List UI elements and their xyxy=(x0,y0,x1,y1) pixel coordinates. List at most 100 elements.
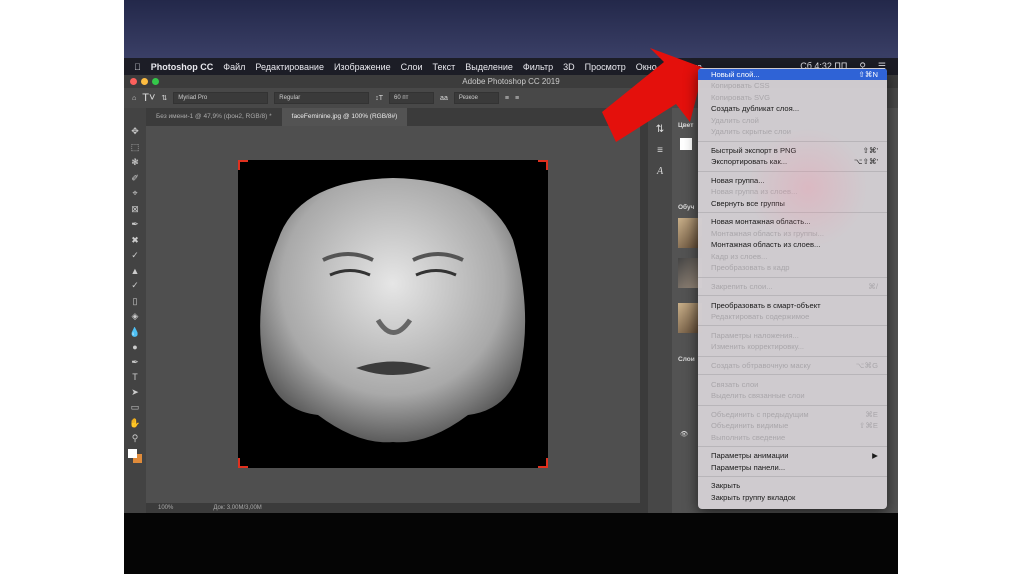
layers-context-menu: Новый слой... ⇧⌘N Копировать CSS Копировать… xyxy=(698,68,887,509)
menu-item-shortcut: ⇧⌘N xyxy=(858,70,878,79)
brush-icon[interactable]: ✓ xyxy=(131,250,139,261)
menu-item-shortcut: ⌥⇧⌘' xyxy=(853,157,878,167)
menu-item[interactable]: Экспортировать как... ⌥⇧⌘' xyxy=(698,156,887,167)
menu-item[interactable]: Параметры анимации ▶ xyxy=(698,450,887,461)
crop-corner-bottom-left[interactable] xyxy=(238,458,248,468)
menu-item-label: Создать дубликат слоя... xyxy=(711,104,800,114)
menu-item-label: Преобразовать в смарт-объект xyxy=(711,300,821,310)
eyedropper-icon[interactable]: ✒ xyxy=(131,219,139,230)
blur-icon[interactable]: 💧 xyxy=(129,327,140,338)
menu-item-shortcut: ⌥⌘G xyxy=(855,360,878,370)
type-icon[interactable]: T xyxy=(132,372,138,382)
menu-item-shortcut: ⌘E xyxy=(865,409,878,419)
menu-item[interactable]: Монтажная область из слоев... xyxy=(698,239,887,250)
menu-separator xyxy=(698,374,887,376)
menu-item-label: Создать обтравочную маску xyxy=(711,360,811,370)
menu-separator xyxy=(698,170,887,172)
menu-item: Параметры наложения... xyxy=(698,330,887,341)
menu-item: Новая группа из слоев... xyxy=(698,186,887,197)
menu-separator xyxy=(698,140,887,142)
crop-corner-bottom-right[interactable] xyxy=(538,458,548,468)
menu-item-label: Свернуть все группы xyxy=(711,198,785,208)
menu-item: Удалить скрытые слои xyxy=(698,126,887,137)
screenshot:  Photoshop CC Файл Редактирование Изобр… xyxy=(124,0,898,574)
visibility-eye-icon[interactable]: 👁 xyxy=(680,430,688,438)
menu-item-label: Параметры панели... xyxy=(711,462,786,472)
menu-separator xyxy=(698,446,887,448)
layers-panel-title[interactable]: Слои xyxy=(678,356,695,363)
learn-panel-title[interactable]: Обуч xyxy=(678,204,694,211)
bottom-black-area xyxy=(124,513,898,574)
face-render xyxy=(260,178,526,443)
menu-item: Кадр из слоев... xyxy=(698,251,887,262)
bucket-icon[interactable]: ◈ xyxy=(132,311,139,322)
dodge-icon[interactable]: ● xyxy=(132,342,137,352)
menu-item: Связать слои xyxy=(698,379,887,390)
shape-icon[interactable]: ▭ xyxy=(131,402,140,413)
menu-item-shortcut: ▶ xyxy=(872,451,878,461)
menu-item[interactable]: Новая группа... xyxy=(698,175,887,186)
menu-item-label: Новая монтажная область... xyxy=(711,217,811,227)
menu-item-label: Копировать SVG xyxy=(711,92,771,102)
zoom-level[interactable]: 100% xyxy=(158,503,173,513)
menu-item[interactable]: Закрыть группу вкладок xyxy=(698,492,887,503)
menu-item-label: Связать слои xyxy=(711,379,759,389)
menu-item-label: Копировать CSS xyxy=(711,81,770,91)
menu-item: Объединить с предыдущим ⌘E xyxy=(698,409,887,420)
eraser-icon[interactable]: ▯ xyxy=(133,296,138,307)
menu-item[interactable]: Новая монтажная область... xyxy=(698,216,887,227)
menu-item-label: Закрепить слои... xyxy=(711,281,773,291)
menu-item[interactable]: Закрыть xyxy=(698,480,887,491)
menu-item: Создать обтравочную маску ⌥⌘G xyxy=(698,360,887,371)
menu-item[interactable]: Быстрый экспорт в PNG ⇧⌘' xyxy=(698,145,887,156)
menu-separator xyxy=(698,355,887,357)
menu-item-label: Изменить корректировку... xyxy=(711,342,805,352)
menu-item-label: Монтажная область из группы... xyxy=(711,228,824,238)
menu-item[interactable]: Свернуть все группы xyxy=(698,198,887,209)
status-bar: 100% Док: 3,00M/3,00M xyxy=(146,503,640,513)
menu-item-label: Удалить скрытые слои xyxy=(711,126,791,136)
menu-item-label: Выделить связанные слои xyxy=(711,390,805,400)
menu-item: Удалить слой xyxy=(698,115,887,126)
hand-icon[interactable]: ✋ xyxy=(129,418,140,429)
menu-separator xyxy=(698,325,887,327)
pen-icon[interactable]: ✒ xyxy=(131,357,139,368)
menu-item: Выполнить сведение xyxy=(698,432,887,443)
menu-item-label: Преобразовать в кадр xyxy=(711,262,790,272)
menu-item[interactable]: Создать дубликат слоя... xyxy=(698,103,887,114)
menu-item-label: Объединить видимые xyxy=(711,421,789,431)
doc-size: Док: 3,00M/3,00M xyxy=(213,505,262,511)
path-select-icon[interactable]: ➤ xyxy=(131,387,139,398)
healing-icon[interactable]: ✖ xyxy=(131,235,139,246)
menu-item: Преобразовать в кадр xyxy=(698,262,887,273)
menu-item-label: Закрыть группу вкладок xyxy=(711,492,796,502)
menu-item: Выделить связанные слои xyxy=(698,390,887,401)
menu-item[interactable]: Преобразовать в смарт-объект xyxy=(698,300,887,311)
menu-item-label: Монтажная область из слоев... xyxy=(711,240,821,250)
menu-item-label: Параметры наложения... xyxy=(711,330,799,340)
menu-item-label: Объединить с предыдущим xyxy=(711,409,809,419)
menu-item-shortcut: ⇧⌘E xyxy=(858,421,878,431)
menu-item-label: Экспортировать как... xyxy=(711,157,788,167)
menu-item: Копировать CSS xyxy=(698,80,887,91)
menu-separator xyxy=(698,476,887,478)
menu-item-shortcut: ⇧⌘' xyxy=(862,145,878,155)
color-swatches[interactable] xyxy=(128,448,142,463)
menu-item-label: Новая группа... xyxy=(711,175,765,185)
menu-item-label: Редактировать содержимое xyxy=(711,311,810,321)
menu-item[interactable]: Параметры панели... xyxy=(698,462,887,473)
menu-item: Копировать SVG xyxy=(698,92,887,103)
frame-tool-icon[interactable]: ⊠ xyxy=(131,204,139,215)
zoom-icon[interactable]: ⚲ xyxy=(132,433,139,444)
menu-separator xyxy=(698,276,887,278)
menu-item-label: Закрыть xyxy=(711,481,741,491)
menu-item: Объединить видимые ⇧⌘E xyxy=(698,420,887,431)
history-brush-icon[interactable]: ✓ xyxy=(131,280,139,291)
menu-item-shortcut: ⌘/ xyxy=(868,281,878,291)
menu-item: Редактировать содержимое xyxy=(698,311,887,322)
menu-separator xyxy=(698,404,887,406)
menu-separator xyxy=(698,295,887,297)
face-image xyxy=(238,160,548,468)
stamp-icon[interactable]: ▲ xyxy=(131,266,140,276)
menu-item[interactable]: Новый слой... ⇧⌘N xyxy=(698,69,887,81)
